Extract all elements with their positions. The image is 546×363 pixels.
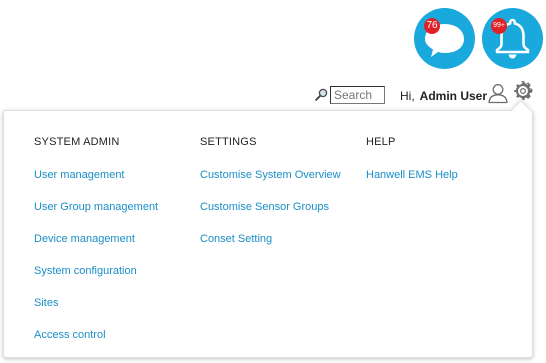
menu-link-user-management[interactable]: User management [34, 169, 125, 181]
search-input[interactable] [330, 86, 385, 104]
menu-link-device-management[interactable]: Device management [34, 233, 135, 245]
messages-count-badge: 76 [424, 18, 440, 34]
messages-button[interactable]: 76 [414, 8, 475, 69]
user-greeting: Hi, Admin User [400, 89, 487, 103]
gear-icon[interactable] [513, 81, 533, 101]
settings-column: SETTINGS Customise System Overview Custo… [200, 135, 341, 263]
menu-link-user-group-management[interactable]: User Group management [34, 201, 158, 213]
settings-dropdown-menu: SYSTEM ADMIN User management User Group … [3, 110, 533, 358]
settings-heading: SETTINGS [200, 136, 257, 148]
system-admin-heading: SYSTEM ADMIN [34, 136, 120, 148]
chat-bubble-icon [425, 24, 464, 57]
username: Admin User [419, 89, 488, 103]
help-column: HELP Hanwell EMS Help [366, 135, 458, 199]
menu-link-conset-setting[interactable]: Conset Setting [200, 233, 272, 245]
menu-link-ems-help[interactable]: Hanwell EMS Help [366, 169, 458, 181]
help-list: Hanwell EMS Help [366, 167, 458, 199]
menu-link-sites[interactable]: Sites [34, 297, 58, 309]
user-icon[interactable] [487, 82, 509, 104]
system-admin-column: SYSTEM ADMIN User management User Group … [34, 135, 158, 359]
menu-link-customise-system-overview[interactable]: Customise System Overview [200, 169, 341, 181]
menu-link-customise-sensor-groups[interactable]: Customise Sensor Groups [200, 201, 329, 213]
magnifier-icon [315, 88, 328, 101]
system-admin-list: User management User Group management De… [34, 167, 158, 359]
help-heading: HELP [366, 136, 396, 148]
greeting-text: Hi, [400, 89, 415, 103]
settings-list: Customise System Overview Customise Sens… [200, 167, 341, 263]
menu-link-access-control[interactable]: Access control [34, 329, 106, 341]
alerts-button[interactable]: 99+ [482, 8, 543, 69]
bell-icon [495, 18, 530, 59]
alerts-count-badge: 99+ [491, 18, 507, 34]
menu-link-system-configuration[interactable]: System configuration [34, 265, 137, 277]
